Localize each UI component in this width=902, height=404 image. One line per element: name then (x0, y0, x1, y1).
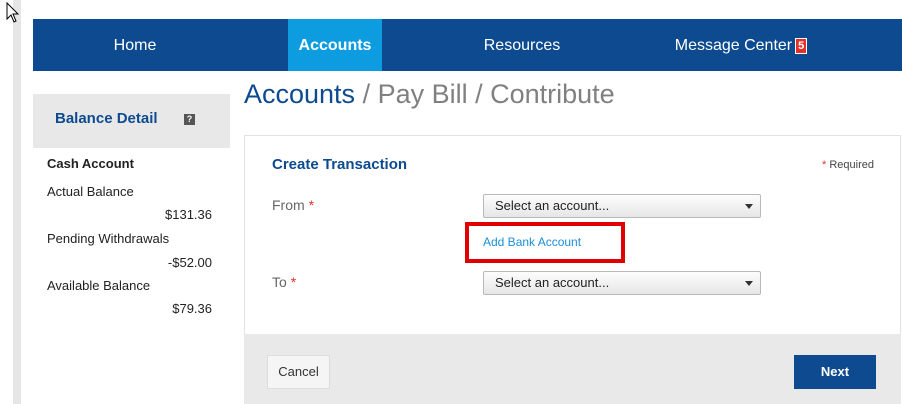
balance-detail-header: Balance Detail ? (33, 94, 230, 148)
dropdown-caret-icon (745, 281, 753, 286)
nav-accounts-label: Accounts (298, 37, 372, 54)
available-balance-label: Available Balance (47, 278, 151, 293)
to-select-value: Select an account... (495, 275, 610, 290)
to-required-asterisk: * (290, 274, 297, 290)
nav-home[interactable]: Home (33, 19, 237, 71)
from-account-select[interactable]: Select an account... (483, 194, 761, 218)
help-icon[interactable]: ? (184, 114, 195, 125)
cash-account-label: Cash Account (47, 156, 134, 171)
actual-balance-value: $131.36 (165, 207, 212, 222)
next-button[interactable]: Next (794, 355, 876, 389)
nav-resources[interactable]: Resources (453, 19, 591, 71)
required-note: * Required (822, 159, 874, 171)
dropdown-caret-icon (745, 204, 753, 209)
available-balance-value: $79.36 (172, 301, 212, 316)
red-highlight-box (465, 222, 625, 263)
actual-balance-label: Actual Balance (47, 184, 134, 199)
top-navigation: Home Accounts Resources Message Center 5 (33, 19, 902, 71)
balance-detail-title: Balance Detail (55, 110, 158, 127)
nav-home-label: Home (113, 37, 157, 54)
to-label: To * (272, 274, 296, 290)
message-count-badge: 5 (795, 38, 808, 54)
pending-withdrawals-value: -$52.00 (167, 255, 212, 270)
nav-message-center[interactable]: Message Center 5 (646, 19, 836, 71)
mouse-cursor-icon (6, 2, 20, 23)
required-text: Required (826, 159, 874, 171)
create-transaction-title: Create Transaction (272, 156, 408, 173)
from-label: From * (272, 197, 314, 213)
form-footer: Cancel Next (244, 334, 901, 404)
from-select-value: Select an account... (495, 198, 610, 213)
nav-message-center-label: Message Center (674, 37, 793, 54)
left-edge-bar (13, 0, 21, 404)
cancel-button[interactable]: Cancel (267, 355, 330, 389)
nav-resources-label: Resources (483, 37, 561, 54)
from-label-text: From (272, 197, 305, 213)
nav-accounts[interactable]: Accounts (288, 19, 382, 71)
page-title-rest: / Pay Bill / Contribute (355, 79, 615, 109)
page-title: Accounts / Pay Bill / Contribute (244, 79, 615, 110)
page-title-accounts: Accounts (244, 79, 356, 109)
from-required-asterisk: * (308, 197, 315, 213)
to-account-select[interactable]: Select an account... (483, 271, 761, 295)
pending-withdrawals-label: Pending Withdrawals (47, 231, 170, 246)
to-label-text: To (272, 274, 287, 290)
